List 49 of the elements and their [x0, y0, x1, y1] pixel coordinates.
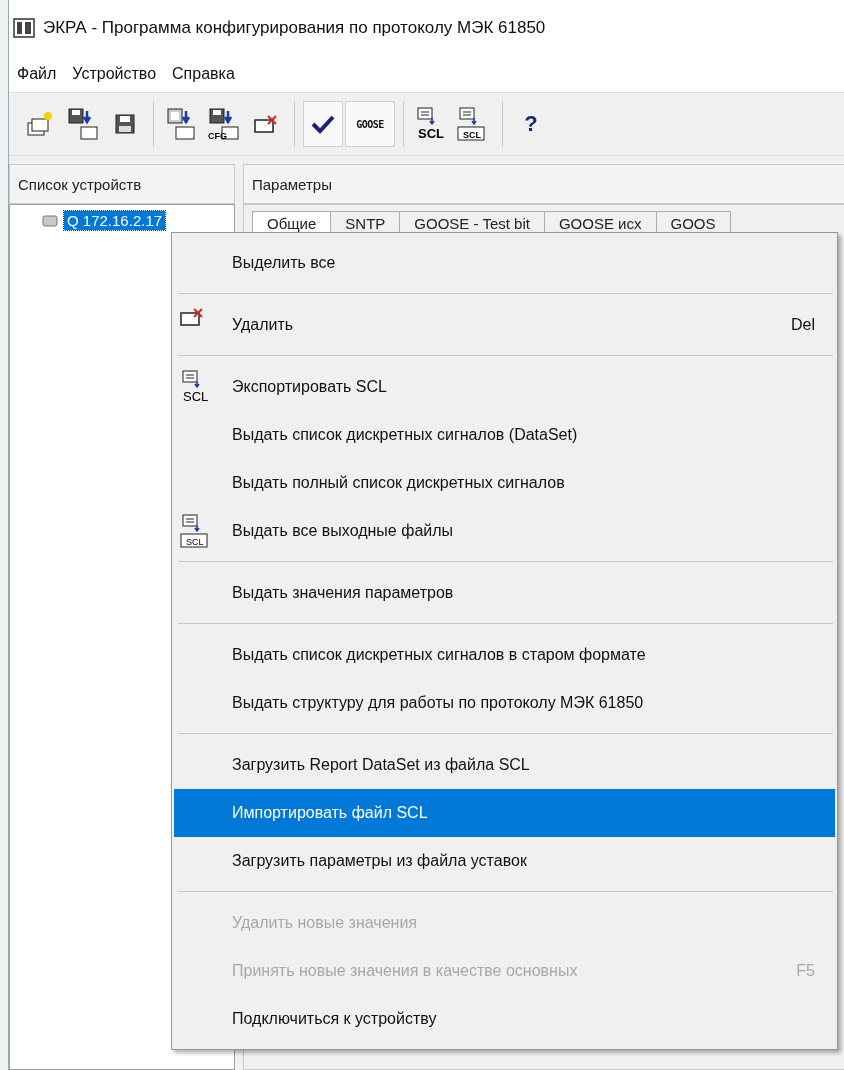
- menu-item-label: Выдать список дискретных сигналов в старом формате: [232, 646, 647, 664]
- menu-item[interactable]: SCL Экспортировать SCL: [174, 363, 835, 411]
- menu-item-label: Выделить все: [232, 254, 337, 272]
- delete-icon: [180, 307, 204, 327]
- menu-item[interactable]: Загрузить параметры из файла уставок: [174, 837, 835, 885]
- menu-item-label: Выдать значения параметров: [232, 584, 455, 602]
- menu-item-label: Удалить новые значения: [232, 914, 418, 932]
- device-icon: [42, 214, 58, 227]
- floppy-arrow-icon: [67, 107, 99, 141]
- delete-icon: [254, 114, 278, 134]
- menu-item-label: Подключиться к устройству: [232, 1010, 438, 1028]
- menu-item-label: Загрузить Report DataSet из файла SCL: [232, 756, 531, 774]
- menu-item[interactable]: Выдать структуру для работы по протоколу МЭК 61850: [174, 679, 835, 727]
- menu-item[interactable]: Подключиться к устройству: [174, 995, 835, 1043]
- tree-item[interactable]: Q 172.16.2.17: [64, 211, 166, 230]
- panel-header: Параметры: [243, 164, 844, 204]
- menu-item-label: Экспортировать SCL: [232, 378, 388, 396]
- toolbar-button[interactable]: CFG: [204, 101, 244, 147]
- menu-item[interactable]: Выдать значения параметров: [174, 569, 835, 617]
- menu-item[interactable]: Выдать список дискретных сигналов в старом формате: [174, 631, 835, 679]
- menu-item[interactable]: Удалить Del: [174, 301, 835, 349]
- menu-item[interactable]: Загрузить Report DataSet из файла SCL: [174, 741, 835, 789]
- menu-item-label: Удалить: [232, 316, 295, 334]
- menu-item-label: Принять новые значения в качестве основных: [232, 962, 579, 980]
- floppy-icon: [114, 113, 136, 135]
- menu-item-label: Выдать полный список дискретных сигналов: [232, 474, 566, 492]
- menu-item[interactable]: Выдать список дискретных сигналов (DataSet): [174, 411, 835, 459]
- menu-item-label: Выдать структуру для работы по протоколу МЭК 61850: [232, 694, 645, 712]
- goose-button[interactable]: GOOSE: [345, 101, 395, 147]
- menu-item[interactable]: SCL Выдать все выходные файлы: [174, 507, 835, 555]
- menu-item-label: Выдать все выходные файлы: [232, 522, 455, 540]
- checkmark-icon: [311, 114, 335, 134]
- menu-item-label: Загрузить параметры из файла уставок: [232, 852, 528, 870]
- menu-item[interactable]: Файл: [11, 62, 63, 86]
- shortcut-label: F5: [796, 962, 815, 980]
- window-title: ЭКРА - Программа конфигурирования по протоколу МЭК 61850: [43, 18, 546, 38]
- monitor-arrow-icon: [166, 107, 198, 141]
- help-button[interactable]: ?: [511, 101, 551, 147]
- toolbar-button[interactable]: [303, 101, 343, 147]
- menu-item-label: Импортировать файл SCL: [232, 804, 429, 822]
- menu-item[interactable]: Справка: [166, 62, 241, 86]
- menu-item[interactable]: Выделить все: [174, 239, 835, 287]
- menu-item[interactable]: Устройство: [66, 62, 163, 86]
- menu-item[interactable]: Импортировать файл SCL: [174, 789, 835, 837]
- menu-item[interactable]: Выдать полный список дискретных сигналов: [174, 459, 835, 507]
- shortcut-label: Del: [791, 316, 815, 334]
- app-icon: [13, 18, 35, 38]
- panel-header: Список устройств: [9, 164, 235, 204]
- menu-item-label: Выдать список дискретных сигналов (DataSet): [232, 426, 579, 444]
